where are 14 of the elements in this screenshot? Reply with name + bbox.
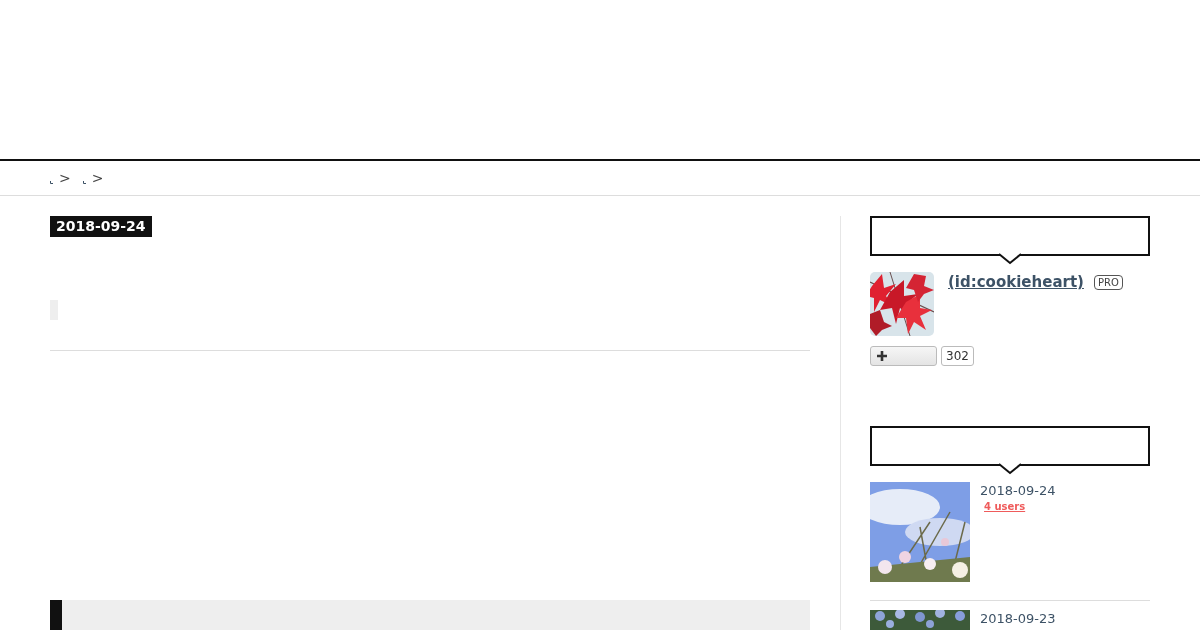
breadcrumb-link-icon[interactable]	[82, 180, 86, 184]
subscriber-count: 302	[941, 346, 974, 366]
entry-date-link[interactable]: 2018-09-24	[980, 483, 1056, 498]
subscribe-button[interactable]	[870, 346, 937, 366]
plus-icon	[876, 350, 888, 362]
entry-date: 2018-09-24	[50, 216, 152, 237]
pro-badge: PRO	[1093, 274, 1123, 290]
profile-link[interactable]: (id:cookieheart)	[944, 273, 1084, 291]
breadcrumb-separator: >	[59, 170, 71, 186]
heading-pointer-icon	[999, 253, 1021, 265]
breadcrumb-separator: >	[91, 170, 104, 186]
breadcrumb-link-icon[interactable]	[50, 180, 53, 184]
heading-pointer-icon	[999, 463, 1021, 475]
entry-date-link[interactable]: 2018-09-23	[980, 611, 1056, 626]
